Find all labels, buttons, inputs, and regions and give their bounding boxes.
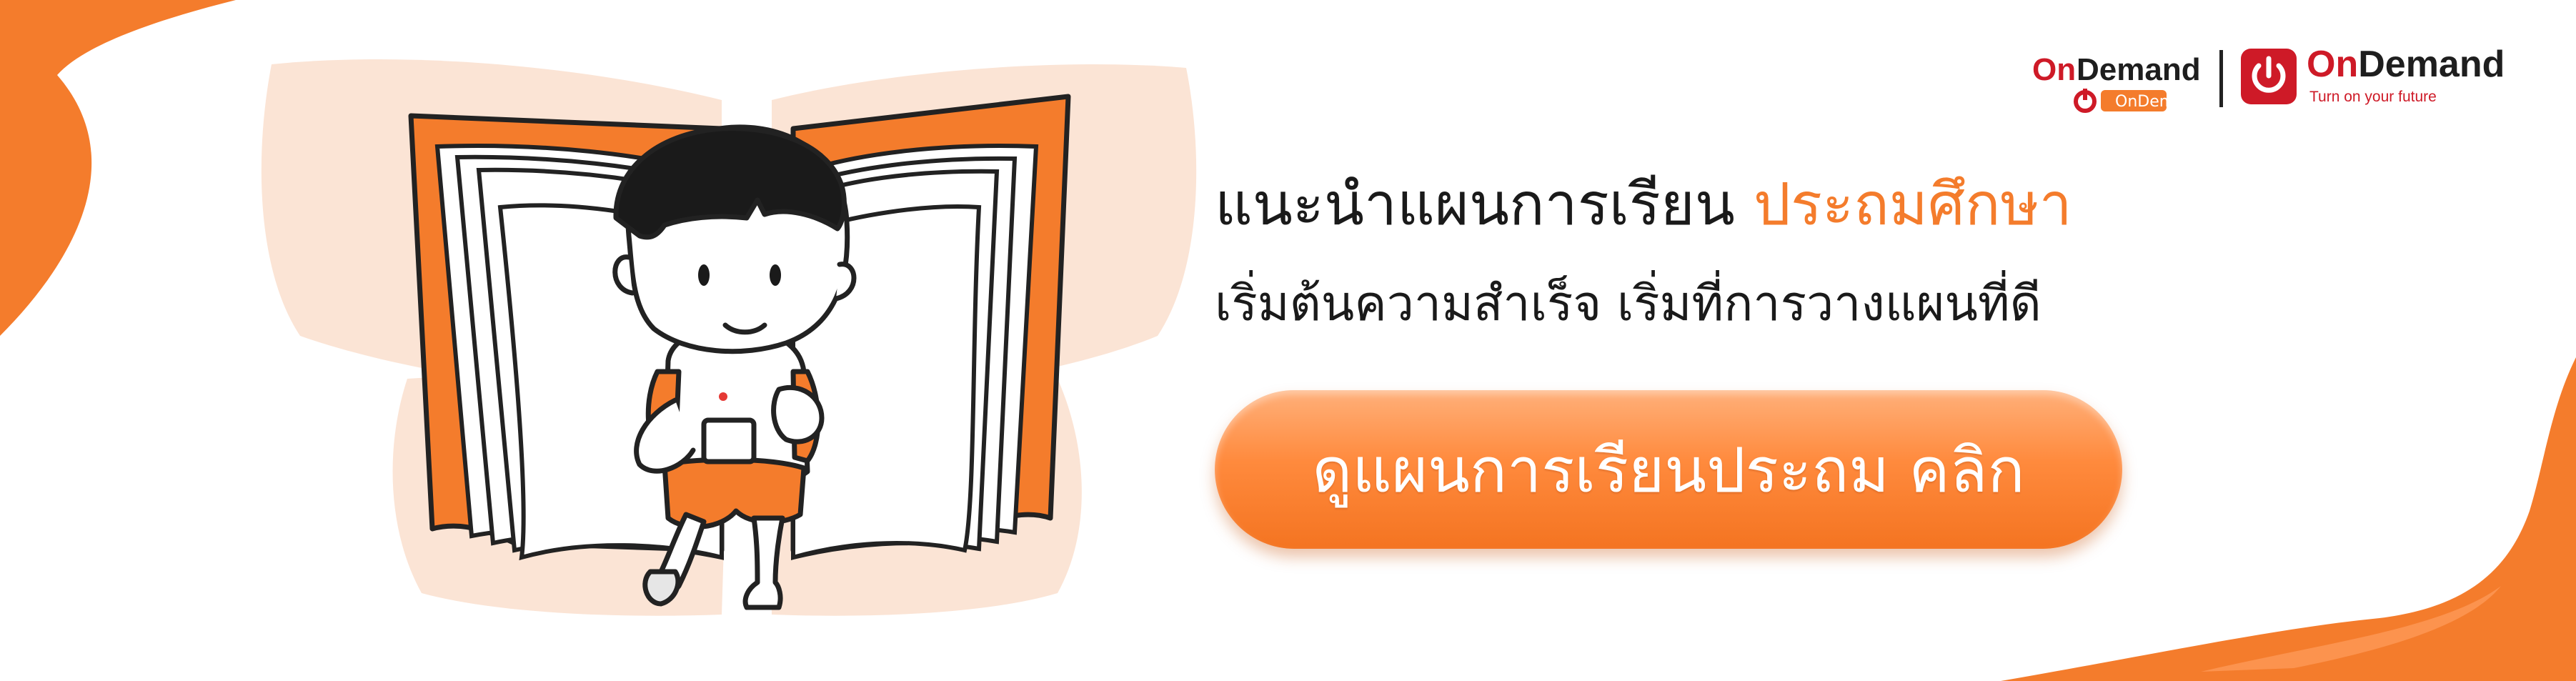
svg-text:Demand: Demand — [2077, 52, 2201, 87]
headline-main: แนะนำแผนการเรียน — [1215, 171, 1754, 239]
ondemand-wordmark: OnDemand — [2307, 43, 2505, 86]
headline-highlight: ประถมศึกษา — [1753, 171, 2072, 239]
brand-logos: On Demand OnDemand ประถม OnDemand Turn o… — [2029, 43, 2551, 114]
power-icon — [2241, 49, 2297, 104]
prathom-logo-text: OnDemand ประถม — [2115, 93, 2256, 111]
headline: แนะนำแผนการเรียน ประถมศึกษา — [1215, 166, 2072, 244]
svg-text:On: On — [2032, 52, 2076, 87]
corner-blob-top-left — [0, 0, 236, 336]
headline-subline: เริ่มต้นความสำเร็จ เริ่มที่การวางแผนที่ด… — [1215, 276, 2042, 332]
view-study-plan-button[interactable]: ดูแผนการเรียนประถม คลิก — [1215, 390, 2122, 549]
cta-label: ดูแผนการเรียนประถม คลิก — [1312, 434, 2025, 507]
ondemand-wordmark-on: On — [2307, 44, 2359, 85]
logo-divider — [2219, 50, 2223, 107]
ondemand-tagline: Turn on your future — [2309, 89, 2437, 105]
ondemand-wordmark-demand: Demand — [2358, 44, 2505, 85]
